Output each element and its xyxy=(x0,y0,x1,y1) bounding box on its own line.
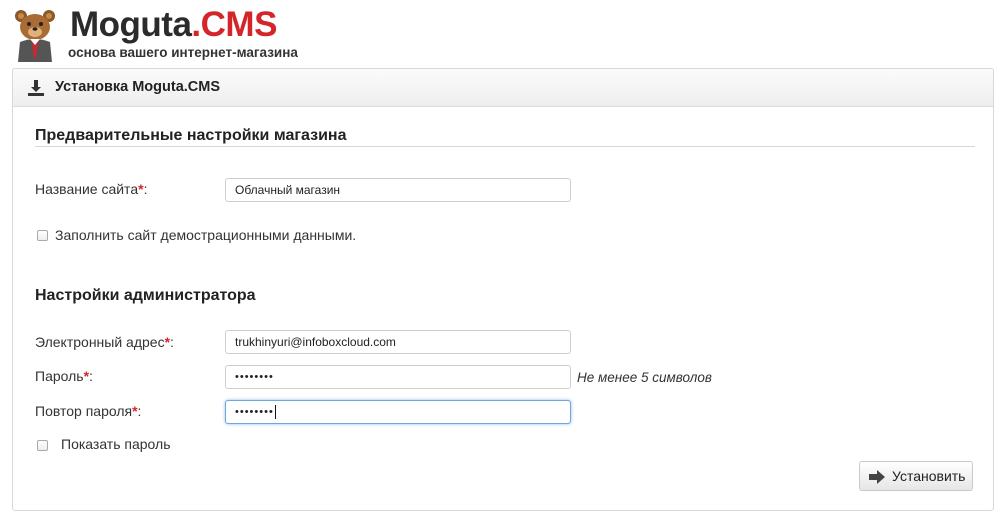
brand-tagline: основа вашего интернет-магазина xyxy=(68,45,298,60)
password-repeat-label: Повтор пароля*: xyxy=(35,403,142,419)
password-input[interactable]: •••••••• xyxy=(225,365,571,389)
panel-header: Установка Moguta.CMS xyxy=(13,69,993,107)
password-repeat-input[interactable]: •••••••• xyxy=(225,400,571,424)
site-name-label: Название сайта*: xyxy=(35,181,148,197)
admin-settings-title: Настройки администратора xyxy=(35,287,256,304)
email-input[interactable]: trukhinyuri@infoboxcloud.com xyxy=(225,330,571,354)
password-hint: Не менее 5 символов xyxy=(577,370,712,385)
password-label: Пароль*: xyxy=(35,368,93,384)
email-label: Электронный адрес*: xyxy=(35,334,174,350)
panel-title: Установка Moguta.CMS xyxy=(55,79,221,95)
brand-name: Moguta.CMS xyxy=(70,5,277,44)
install-button-label: Установить xyxy=(892,468,966,484)
install-panel: Установка Moguta.CMS Предварительные нас… xyxy=(12,68,994,511)
install-button[interactable]: Установить xyxy=(859,461,973,491)
section-divider xyxy=(35,146,975,147)
demo-data-checkbox[interactable] xyxy=(37,230,48,241)
store-settings-title: Предварительные настройки магазина xyxy=(35,127,347,144)
arrow-right-icon xyxy=(869,470,885,484)
text-caret xyxy=(274,405,276,420)
site-name-input[interactable]: Облачный магазин xyxy=(225,178,571,202)
bear-mascot-icon xyxy=(15,10,55,62)
demo-data-label: Заполнить сайт демострационными данными. xyxy=(55,227,357,243)
show-password-label: Показать пароль xyxy=(61,436,171,452)
show-password-checkbox[interactable] xyxy=(37,440,48,451)
site-logo: Moguta.CMS основа вашего интернет-магази… xyxy=(12,4,312,64)
download-icon xyxy=(28,80,44,96)
